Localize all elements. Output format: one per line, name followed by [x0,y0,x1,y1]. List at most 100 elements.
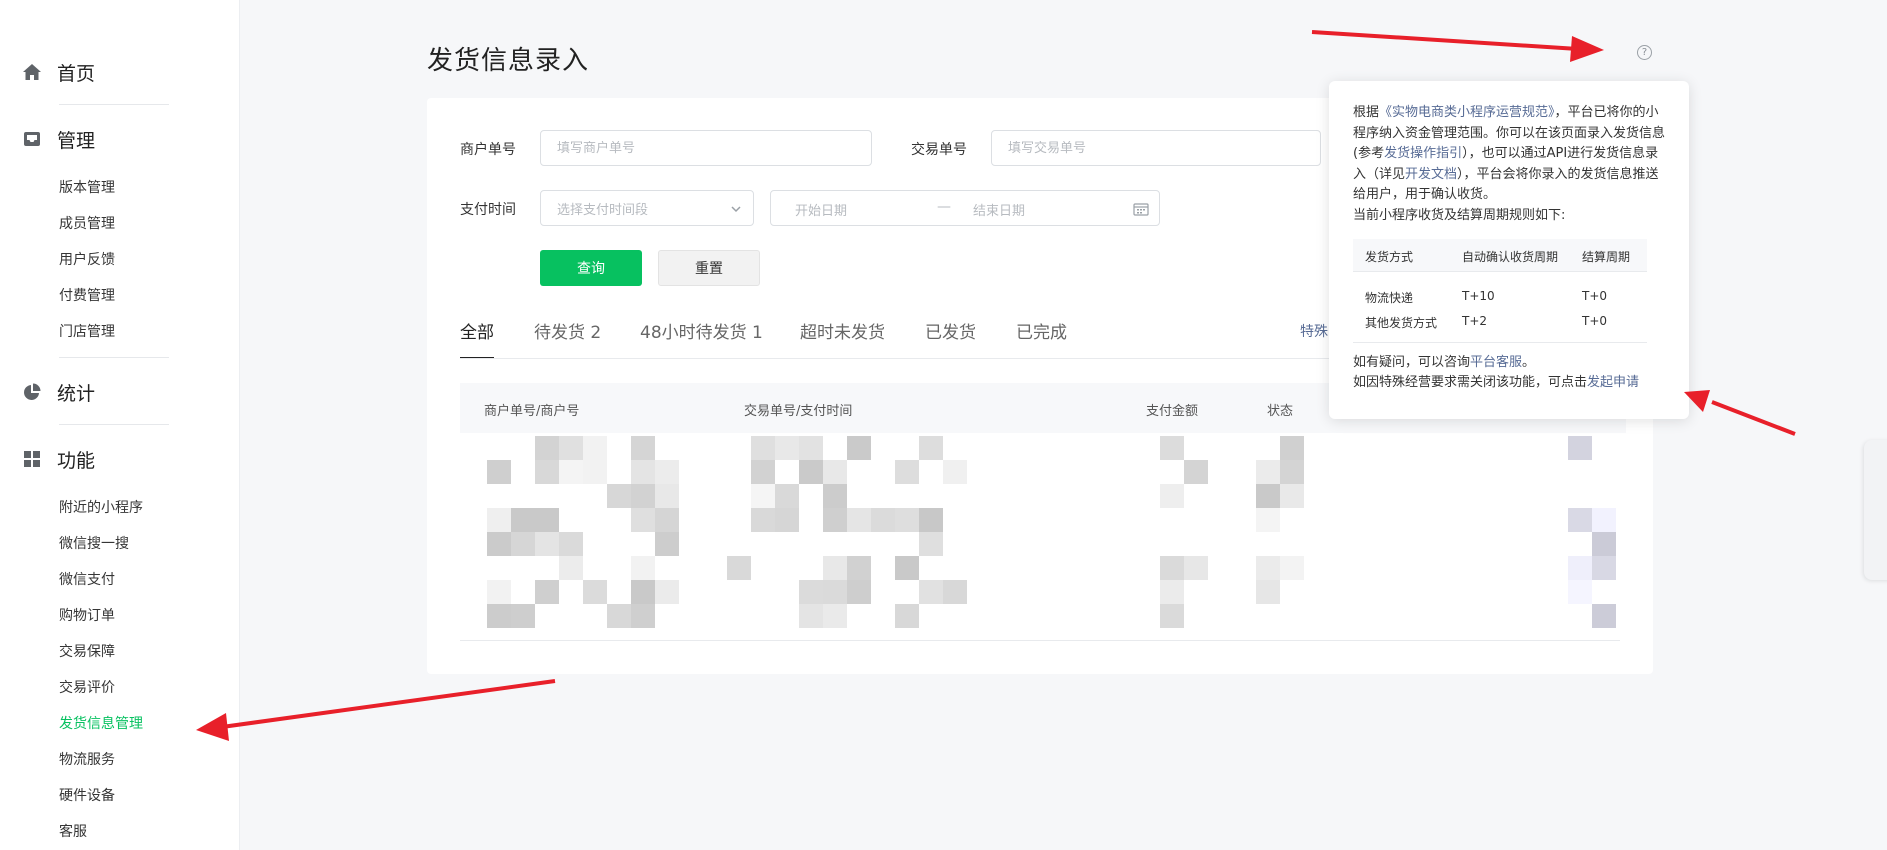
sidebar-item-reviews[interactable]: 交易评价 [59,678,115,698]
trade-no-input[interactable] [1008,140,1320,156]
home-icon [22,62,42,82]
redacted-cell [1280,484,1304,508]
redacted-cell [535,508,559,532]
help-icon[interactable]: ? [1637,45,1652,60]
sidebar-item-customer-service[interactable]: 客服 [59,822,87,842]
redacted-cell [751,484,775,508]
redacted-cell [1160,580,1184,604]
cycle-cell: 其他发货方式 [1365,316,1438,330]
sidebar-divider [59,424,169,425]
redacted-cell [751,508,775,532]
tab-pending[interactable]: 待发货 2 [534,318,601,343]
redacted-cell [487,460,511,484]
redacted-cell [583,580,607,604]
redacted-cell [799,436,823,460]
inbox-icon [22,129,42,149]
redacted-cell [1592,604,1616,628]
sidebar-divider [59,357,169,358]
redacted-cell [1256,556,1280,580]
popover-text: 如有疑问，可以咨询 [1353,355,1471,370]
sidebar-home[interactable]: 首页 [22,57,95,87]
special-link[interactable]: 特殊 [1300,321,1328,341]
sidebar-item-orders[interactable]: 购物订单 [59,606,115,626]
sidebar-features[interactable]: 功能 [22,444,95,474]
date-range-picker[interactable]: 开始日期 — 结束日期 [770,190,1160,226]
redacted-cell [607,604,631,628]
redacted-cell [607,484,631,508]
merchant-no-field[interactable] [540,130,872,166]
redacted-cell [535,532,559,556]
column-header-trade: 交易单号/支付时间 [744,404,853,419]
redacted-cell [511,532,535,556]
sidebar-item-members[interactable]: 成员管理 [59,214,115,234]
redacted-cell [655,484,679,508]
tab-all[interactable]: 全部 [460,318,494,343]
redacted-cell [1280,460,1304,484]
sidebar-item-logistics[interactable]: 物流服务 [59,750,115,770]
redacted-cell [1592,508,1616,532]
tab-completed[interactable]: 已完成 [1016,318,1067,343]
sidebar-divider [59,104,169,105]
end-date-placeholder[interactable]: 结束日期 [973,200,1025,219]
sidebar-item-search[interactable]: 微信搜一搜 [59,534,129,554]
redacted-cell [511,604,535,628]
redacted-cell [655,580,679,604]
column-header-merchant: 商户单号/商户号 [484,404,580,419]
redacted-cell [895,604,919,628]
pie-chart-icon [22,382,42,402]
sidebar-item-wxpay[interactable]: 微信支付 [59,570,115,590]
redacted-cell [847,580,871,604]
redacted-cell [631,604,655,628]
cycle-header-confirm: 自动确认收货周期 [1462,250,1559,264]
apply-link[interactable]: 发起申请 [1587,375,1639,390]
floating-side-widget[interactable] [1864,440,1887,580]
redacted-cell [799,460,823,484]
merchant-no-input[interactable] [557,140,871,156]
redacted-cell [631,460,655,484]
sidebar-stats[interactable]: 统计 [22,377,95,407]
column-header-status: 状态 [1267,404,1294,419]
sidebar-item-hardware[interactable]: 硬件设备 [59,786,115,806]
shipping-guide-link[interactable]: 发货操作指引 [1384,146,1462,161]
customer-service-link[interactable]: 平台客服 [1470,355,1522,370]
trade-no-field[interactable] [991,130,1321,166]
redacted-cell [823,508,847,532]
redacted-cell [1160,604,1184,628]
redacted-cell [823,604,847,628]
sidebar-item-stores[interactable]: 门店管理 [59,322,115,342]
redacted-cell [847,508,871,532]
redacted-cell [487,532,511,556]
redacted-cell [1592,556,1616,580]
sidebar-item-feedback[interactable]: 用户反馈 [59,250,115,270]
sidebar-item-payment[interactable]: 付费管理 [59,286,115,306]
pay-time-label: 支付时间 [460,202,516,218]
dev-docs-link[interactable]: 开发文档 [1405,167,1457,182]
redacted-cell [847,436,871,460]
reset-button[interactable]: 重置 [658,250,760,286]
tab-shipped[interactable]: 已发货 [925,318,976,343]
redacted-cell [655,532,679,556]
redacted-cell [631,556,655,580]
sidebar-item-guarantee[interactable]: 交易保障 [59,642,115,662]
sidebar-manage[interactable]: 管理 [22,124,95,154]
annotation-arrow [196,679,556,741]
tab-48h-pending[interactable]: 48小时待发货 1 [640,318,763,343]
sidebar-item-version[interactable]: 版本管理 [59,178,115,198]
sidebar-item-nearby[interactable]: 附近的小程序 [59,498,143,518]
cycle-cell: T+2 [1462,314,1488,328]
trade-no-label: 交易单号 [911,142,967,158]
start-date-placeholder[interactable]: 开始日期 [795,200,847,219]
redacted-cell [1184,556,1208,580]
redacted-cell [871,508,895,532]
tab-overdue[interactable]: 超时未发货 [800,318,885,343]
redacted-cell [655,508,679,532]
query-button[interactable]: 查询 [540,250,642,286]
sidebar-item-shipping-info[interactable]: 发货信息管理 [59,714,143,734]
ops-rules-link[interactable]: 《实物电商类小程序运营规范》 [1379,105,1555,120]
pay-time-select[interactable]: 选择支付时间段 [540,190,754,226]
redacted-cell [847,556,871,580]
redacted-cell [487,508,511,532]
redacted-cell [487,604,511,628]
pay-time-select-value: 选择支付时间段 [557,202,649,218]
popover-text: 根据 [1353,105,1380,120]
